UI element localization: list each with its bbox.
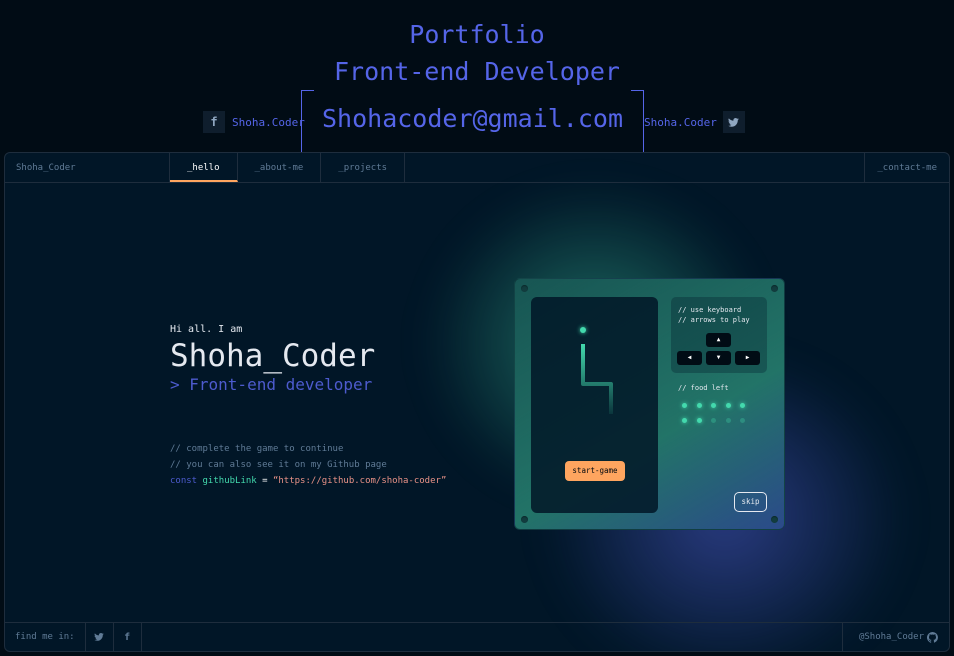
bolt-bottom-right (771, 516, 778, 523)
comment-line-2: // you can also see it on my Github page (170, 460, 387, 470)
controls-panel: // use keyboard // arrows to play ▲ ◀ ▼ … (671, 297, 767, 373)
arrow-right-key[interactable]: ▶ (735, 351, 760, 365)
facebook-icon: f (124, 631, 131, 643)
start-game-button[interactable]: start-game (565, 461, 625, 481)
twitter-label: Shoha.Coder (644, 115, 717, 129)
code-comments: // complete the game to continue // you … (170, 441, 446, 489)
snake-game-console: start-game // use keyboard // arrows to … (514, 278, 785, 530)
intro-block: Hi all. I am Shoha_Coder > Front-end dev… (170, 324, 375, 394)
food-dot (740, 418, 745, 423)
header-role-title: Front-end Developer (334, 57, 620, 86)
food-left-label: // food left (678, 384, 729, 392)
tab-projects[interactable]: _projects (321, 153, 406, 182)
github-link[interactable]: “https://github.com/shoha-coder” (273, 476, 446, 486)
github-icon (927, 631, 938, 643)
greeting: Hi all. I am (170, 324, 243, 335)
code-variable: githubLink (202, 476, 257, 486)
game-screen[interactable]: start-game (531, 297, 658, 513)
code-equals: = (262, 476, 268, 486)
food-dot (696, 403, 702, 408)
food-dot (725, 403, 731, 408)
brand-name[interactable]: Shoha_Coder (5, 153, 170, 182)
developer-name: Shoha_Coder (170, 338, 376, 374)
food-dot (711, 418, 716, 423)
food-dot (740, 403, 745, 408)
facebook-link[interactable]: f Shoha.Coder (203, 111, 305, 133)
find-me-label: find me in: (5, 623, 86, 651)
skip-button[interactable]: skip (734, 492, 767, 512)
tab-contact-me[interactable]: _contact-me (864, 153, 949, 182)
facebook-icon: f (203, 111, 225, 133)
controls-instructions: // use keyboard // arrows to play (678, 306, 750, 324)
footer: find me in: f @Shoha_Coder (5, 622, 949, 651)
food-dot (682, 418, 687, 423)
arrow-up-key[interactable]: ▲ (706, 333, 731, 347)
header-portfolio-title: Portfolio (409, 20, 545, 49)
twitter-icon (94, 633, 104, 641)
comment-line-1: // complete the game to continue (170, 444, 344, 454)
facebook-footer-link[interactable]: f (114, 623, 142, 651)
tab-about-me[interactable]: _about-me (238, 153, 322, 182)
footer-spacer (142, 623, 842, 651)
portfolio-window: Shoha_Coder _hello _about-me _projects _… (4, 152, 950, 652)
twitter-footer-link[interactable] (86, 623, 114, 651)
arrow-down-key[interactable]: ▼ (706, 351, 731, 365)
email-link[interactable]: Shohacoder@gmail.com (301, 104, 644, 133)
bolt-top-right (771, 285, 778, 292)
arrow-left-key[interactable]: ◀ (677, 351, 702, 365)
food-dot (682, 403, 687, 408)
github-code-line: const githubLink = “https://github.com/s… (170, 473, 446, 489)
twitter-link[interactable]: Shoha.Coder (644, 111, 745, 133)
top-navigation: Shoha_Coder _hello _about-me _projects _… (5, 153, 949, 183)
facebook-label: Shoha.Coder (232, 115, 305, 129)
food-dot (696, 418, 702, 423)
developer-role: > Front-end developer (170, 375, 373, 394)
food-dot (711, 403, 716, 408)
bolt-bottom-left (521, 516, 528, 523)
code-keyword: const (170, 476, 198, 486)
github-handle: @Shoha_Coder (858, 632, 924, 642)
bolt-top-left (521, 285, 528, 292)
tab-hello[interactable]: _hello (170, 153, 238, 182)
github-footer-link[interactable]: @Shoha_Coder (841, 623, 949, 651)
twitter-icon (722, 111, 745, 133)
food-dot (725, 418, 731, 423)
